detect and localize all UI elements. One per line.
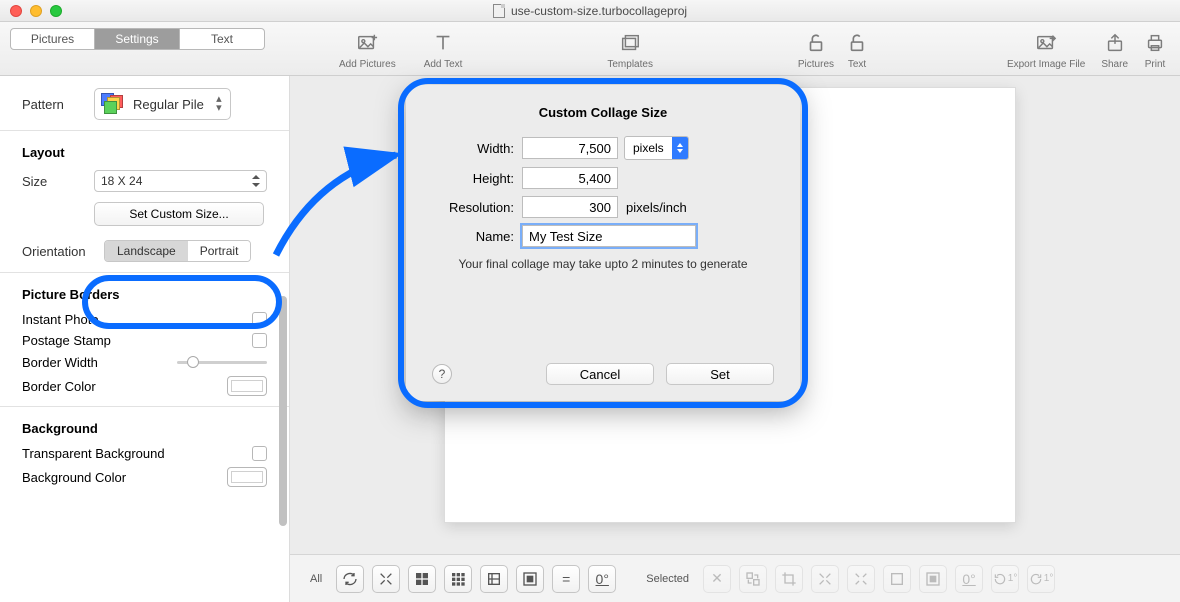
width-input[interactable]	[522, 137, 618, 159]
toolbar-lock-group: Pictures Text	[798, 22, 868, 76]
dialog-hint: Your final collage may take upto 2 minut…	[432, 257, 774, 271]
tab-pictures[interactable]: Pictures	[10, 28, 95, 50]
pattern-swatch-icon	[101, 93, 123, 115]
transparent-bg-label: Transparent Background	[22, 446, 165, 461]
toolbar-templates[interactable]: Templates	[607, 22, 653, 76]
dialog-title: Custom Collage Size	[432, 105, 774, 120]
sel-reset-angle-button[interactable]: 0°	[955, 565, 983, 593]
sel-fill-button[interactable]	[883, 565, 911, 593]
toolbar-add-pictures[interactable]: Add Pictures	[339, 22, 396, 76]
rotate-ccw-button[interactable]: 1°	[991, 565, 1019, 593]
orientation-segment: Landscape Portrait	[104, 240, 251, 262]
toolbar-share[interactable]: Share	[1101, 22, 1128, 76]
orientation-label: Orientation	[22, 244, 100, 259]
layout-section-title: Layout	[22, 145, 267, 160]
fit-button[interactable]	[372, 565, 400, 593]
resolution-label: Resolution:	[432, 200, 514, 215]
chevron-updown-icon	[672, 137, 688, 159]
text-icon	[432, 29, 454, 57]
window-title: use-custom-size.turbocollageproj	[511, 4, 687, 18]
pattern-label: Pattern	[22, 97, 94, 112]
grid-3x3-button[interactable]	[444, 565, 472, 593]
unlock-pictures-icon[interactable]	[798, 29, 834, 57]
unlock-text-icon[interactable]	[846, 29, 868, 57]
instant-photo-checkbox[interactable]	[252, 312, 267, 327]
borders-section-title: Picture Borders	[22, 287, 267, 302]
name-input[interactable]	[522, 225, 696, 247]
pattern-value: Regular Pile	[133, 97, 204, 112]
border-width-slider[interactable]	[177, 354, 267, 370]
postage-stamp-label: Postage Stamp	[22, 333, 111, 348]
sidebar-scrollbar[interactable]	[279, 296, 287, 526]
image-plus-icon	[356, 29, 378, 57]
equal-button[interactable]: =	[552, 565, 580, 593]
border-width-label: Border Width	[22, 355, 98, 370]
transparent-bg-checkbox[interactable]	[252, 446, 267, 461]
print-icon	[1144, 29, 1166, 57]
background-color-well[interactable]	[227, 467, 267, 487]
unit-select[interactable]: pixels	[624, 136, 689, 160]
pattern-select[interactable]: Regular Pile ▴▾	[94, 88, 231, 120]
toolbar-print[interactable]: Print	[1144, 22, 1166, 76]
height-label: Height:	[432, 171, 514, 186]
instant-photo-label: Instant Photo	[22, 312, 99, 327]
resolution-input[interactable]	[522, 196, 618, 218]
postage-stamp-checkbox[interactable]	[252, 333, 267, 348]
height-input[interactable]	[522, 167, 618, 189]
shuffle-button[interactable]	[336, 565, 364, 593]
center-button[interactable]	[516, 565, 544, 593]
tab-text[interactable]: Text	[180, 28, 265, 50]
window-titlebar: use-custom-size.turbocollageproj	[0, 0, 1180, 22]
toolbar-add-text[interactable]: Add Text	[424, 22, 463, 76]
orientation-landscape[interactable]: Landscape	[105, 241, 188, 261]
crop-button[interactable]	[775, 565, 803, 593]
width-label: Width:	[432, 141, 514, 156]
rotate-cw-button[interactable]: 1°	[1027, 565, 1055, 593]
settings-sidebar: Pattern Regular Pile ▴▾ Layout Size 18 X…	[0, 76, 290, 602]
border-color-label: Border Color	[22, 379, 96, 394]
all-label: All	[310, 573, 322, 585]
reset-angle-button[interactable]: 0°	[588, 565, 616, 593]
sel-center-button[interactable]	[919, 565, 947, 593]
fill-button[interactable]	[480, 565, 508, 593]
orientation-portrait[interactable]: Portrait	[188, 241, 251, 261]
unit-value: pixels	[625, 139, 672, 157]
resolution-unit: pixels/inch	[626, 200, 687, 215]
toolbar-export[interactable]: Export Image File	[1007, 22, 1085, 76]
share-icon	[1104, 29, 1126, 57]
cancel-button[interactable]: Cancel	[546, 363, 654, 385]
sel-shrink-button[interactable]	[847, 565, 875, 593]
sel-fit-button[interactable]	[811, 565, 839, 593]
canvas-bottom-toolbar: All = 0° Selected ✕ 0° 1° 1°	[290, 554, 1180, 602]
name-label: Name:	[432, 229, 514, 244]
templates-icon	[619, 29, 641, 57]
background-color-label: Background Color	[22, 470, 126, 485]
border-color-well[interactable]	[227, 376, 267, 396]
main-toolbar: Pictures Settings Text Add Pictures Add …	[0, 22, 1180, 76]
help-button[interactable]: ?	[432, 364, 452, 384]
swap-button[interactable]	[739, 565, 767, 593]
size-select[interactable]: 18 X 24	[94, 170, 267, 192]
chevron-updown-icon: ▴▾	[214, 95, 224, 113]
grid-2x2-button[interactable]	[408, 565, 436, 593]
document-icon	[493, 4, 505, 18]
delete-button[interactable]: ✕	[703, 565, 731, 593]
set-button[interactable]: Set	[666, 363, 774, 385]
background-section-title: Background	[22, 421, 267, 436]
custom-size-dialog: Custom Collage Size Width: pixels Height…	[406, 85, 800, 401]
left-tab-switcher: Pictures Settings Text	[10, 28, 265, 50]
export-image-icon	[1035, 29, 1057, 57]
set-custom-size-button[interactable]: Set Custom Size...	[94, 202, 264, 226]
size-label: Size	[22, 174, 94, 189]
selected-label: Selected	[646, 573, 689, 585]
tab-settings[interactable]: Settings	[95, 28, 180, 50]
